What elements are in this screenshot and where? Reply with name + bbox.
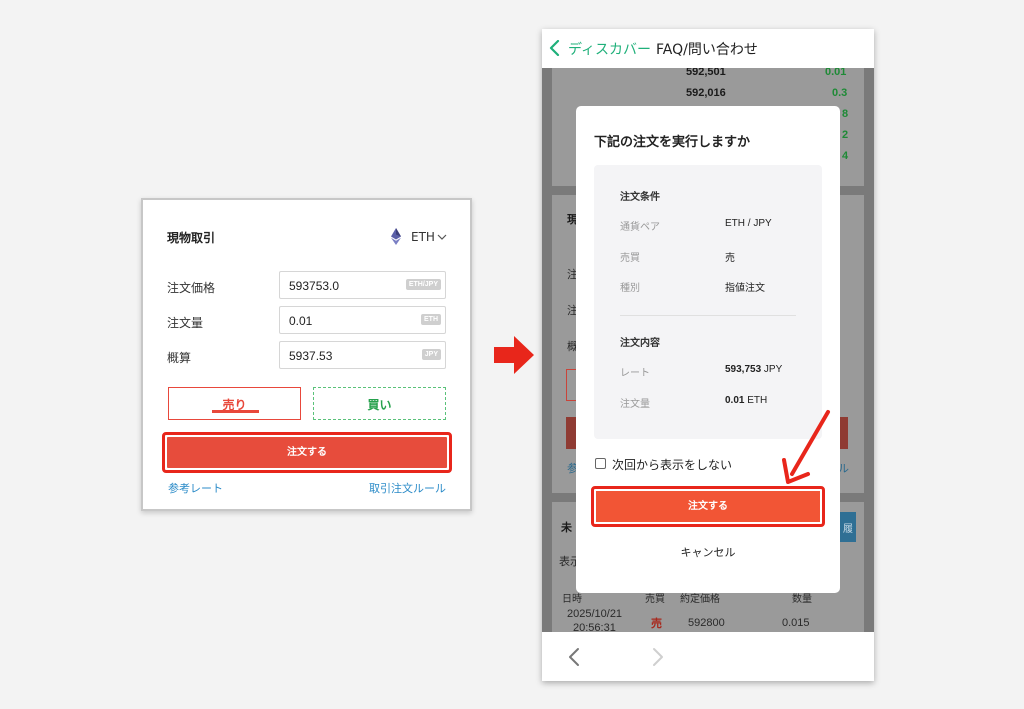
amount-value: 0.01 [289, 314, 313, 328]
spot-trade-card: 現物取引 ETH 注文価格 593753.0 ETH/JPY 注文量 0.01 … [153, 208, 460, 501]
conditions-heading: 注文条件 [620, 192, 660, 203]
price-input[interactable]: 593753.0 ETH/JPY [279, 271, 446, 299]
estimate-label: 概算 [167, 351, 192, 365]
back-discover-link[interactable]: ディスカバー [568, 39, 651, 59]
amount-input[interactable]: 0.01 ETH [279, 306, 446, 334]
chevron-left-icon[interactable] [549, 40, 561, 56]
pointer-arrow-icon [782, 410, 830, 484]
order-confirm-dialog: 下記の注文を実行しますか 注文条件 通貨ペア ETH / JPY 売買 売 種別… [576, 106, 840, 593]
nav-forward-icon[interactable] [652, 647, 664, 667]
amount-label: 注文量 [167, 316, 204, 330]
estimate-unit-badge: JPY [421, 349, 441, 360]
rate-key: レート [620, 368, 650, 379]
buy-label: 買い [367, 398, 392, 412]
book-qty: 8 [842, 108, 849, 120]
reference-rate-link[interactable]: 参考レート [168, 480, 223, 496]
dimmed-sell-edge [566, 369, 576, 401]
price-label: 注文価格 [167, 281, 216, 295]
sell-underline [212, 410, 259, 413]
trade-price: 592800 [688, 617, 725, 629]
dimmed-pending-title: 未 [561, 522, 572, 534]
buy-button[interactable]: 買い [313, 387, 446, 420]
coin-selector[interactable]: ETH [411, 230, 435, 244]
order-button[interactable]: 注文する [167, 437, 447, 468]
price-unit-badge: ETH/JPY [405, 279, 441, 290]
trade-side: 売 [651, 618, 662, 630]
chevron-down-icon[interactable] [437, 232, 447, 242]
estimate-value: 5937.53 [289, 349, 333, 363]
summary-divider [620, 315, 796, 316]
dialog-title: 下記の注文を実行しますか [594, 135, 751, 150]
pair-value: ETH / JPY [725, 218, 772, 229]
amount-unit-badge: ETH [421, 314, 441, 325]
side-key: 売買 [620, 253, 640, 264]
trade-qty: 0.015 [782, 617, 810, 629]
rate-value: 593,753 JPY [725, 364, 783, 375]
amount-value: 0.01 ETH [725, 395, 768, 406]
amount-key: 注文量 [620, 399, 650, 410]
price-value: 593753.0 [289, 279, 340, 293]
estimate-input[interactable]: 5937.53 JPY [279, 341, 446, 369]
order-highlight-box: 注文する [162, 432, 452, 473]
dont-show-checkbox[interactable] [595, 458, 606, 469]
confirm-order-button[interactable]: 注文する [596, 491, 820, 522]
dimmed-history-button: 履 [840, 512, 856, 542]
side-value: 売 [725, 253, 735, 264]
cancel-button[interactable]: キャンセル [576, 544, 840, 560]
book-qty: 4 [842, 150, 849, 162]
confirm-highlight-box: 注文する [591, 486, 825, 527]
right-arrow-icon [494, 336, 534, 374]
trading-rules-link[interactable]: 取引注文ルール [369, 480, 446, 496]
trade-date: 2025/10/21 [567, 608, 623, 620]
book-qty: 2 [842, 129, 849, 141]
dont-show-label[interactable]: 次回から表示をしない [612, 456, 732, 473]
pair-key: 通貨ペア [620, 222, 660, 233]
spot-trade-panel: 現物取引 ETH 注文価格 593753.0 ETH/JPY 注文量 0.01 … [141, 198, 472, 511]
book-qty: 0.3 [832, 87, 848, 99]
ethereum-icon [391, 228, 401, 245]
dimmed-order-edge [566, 417, 576, 449]
details-heading: 注文内容 [620, 338, 660, 349]
nav-back-icon[interactable] [568, 647, 580, 667]
sell-button[interactable]: 売り [168, 387, 301, 420]
book-price: 592,016 [686, 87, 726, 99]
type-value: 指値注文 [725, 283, 765, 294]
order-summary-box: 注文条件 通貨ペア ETH / JPY 売買 売 種別 指値注文 注文内容 レー… [594, 165, 822, 439]
dimmed-history-label: 履 [843, 524, 853, 535]
browser-footer [542, 632, 874, 681]
type-key: 種別 [620, 283, 640, 294]
panel-title: 現物取引 [167, 231, 216, 245]
app-header: ディスカバー FAQ/問い合わせ [542, 29, 874, 68]
header-title: FAQ/問い合わせ [656, 42, 758, 58]
